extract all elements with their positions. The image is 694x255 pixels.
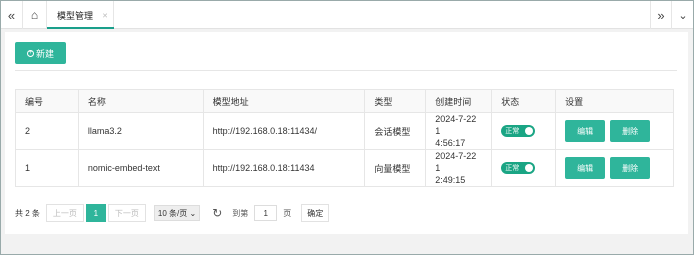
close-icon[interactable]: ✕: [102, 12, 108, 20]
cell-name: nomic-embed-text: [77, 149, 204, 187]
edit-button[interactable]: 编辑: [565, 120, 606, 142]
goto-label: 到第: [232, 208, 249, 218]
header-url: 模型地址: [202, 89, 366, 113]
cell-type: 会话模型: [364, 112, 427, 150]
cell-url: http://192.168.0.18:11434: [202, 149, 366, 187]
status-label: 正常: [505, 165, 520, 172]
toggle-knob: [525, 127, 534, 135]
refresh-icon[interactable]: ↻: [212, 206, 222, 220]
table-row: 1 nomic-embed-text http://192.168.0.18:1…: [15, 149, 674, 187]
cell-id: 1: [15, 149, 79, 187]
page-size-select[interactable]: 10 条/页 ⌄: [153, 205, 201, 221]
tab-label: 模型管理: [57, 10, 94, 21]
next-page-button[interactable]: 下一页: [107, 204, 146, 222]
cell-created: 2024-7-22 1 2:49:15: [425, 149, 493, 187]
table-row: 2 llama3.2 http://192.168.0.18:11434/ 会话…: [15, 112, 674, 150]
table-header-row: 编号 名称 模型地址 类型 创建时间 状态 设置: [15, 89, 674, 113]
cell-id: 2: [15, 112, 79, 150]
cell-status: 正常: [491, 112, 557, 150]
delete-button[interactable]: 删除: [610, 157, 651, 179]
confirm-button[interactable]: 确定: [301, 204, 330, 222]
cell-name: llama3.2: [77, 112, 204, 150]
cell-actions: 编辑 删除: [555, 149, 674, 187]
header-created: 创建时间: [425, 89, 493, 113]
pagination: 共 2 条 上一页 1 下一页 10 条/页 ⌄ ↻ 到第 1 页 确定: [15, 203, 330, 223]
created-line1: 2024-7-22 1: [435, 114, 477, 136]
status-toggle[interactable]: 正常: [501, 162, 536, 174]
page-unit-label: 页: [283, 208, 292, 218]
content-card: + 新建 编号 名称 模型地址 类型 创建时间 状态 设置 2 llama3.2…: [5, 32, 688, 234]
new-button[interactable]: + 新建: [15, 42, 66, 64]
status-label: 正常: [505, 128, 520, 135]
delete-button[interactable]: 删除: [610, 120, 651, 142]
header-type: 类型: [364, 89, 427, 113]
header-name: 名称: [77, 89, 204, 113]
created-line2: 4:56:17: [435, 138, 466, 148]
status-toggle[interactable]: 正常: [501, 125, 536, 137]
page-size-value: 10 条/页: [157, 208, 188, 218]
scroll-right-icon[interactable]: »: [650, 1, 672, 29]
cell-status: 正常: [491, 149, 557, 187]
cell-url: http://192.168.0.18:11434/: [202, 112, 366, 150]
chevron-down-icon[interactable]: ⌄: [672, 1, 694, 29]
divider: [15, 70, 677, 71]
model-table: 编号 名称 模型地址 类型 创建时间 状态 设置 2 llama3.2 http…: [15, 89, 674, 187]
header-id: 编号: [15, 89, 79, 113]
cell-type: 向量模型: [364, 149, 427, 187]
header-status: 状态: [491, 89, 557, 113]
toggle-knob: [525, 164, 534, 172]
tab-bar: « ⌂ 模型管理 ✕ » ⌄: [1, 1, 693, 29]
new-button-label: 新建: [35, 48, 54, 59]
cell-actions: 编辑 删除: [555, 112, 674, 150]
header-settings: 设置: [555, 89, 674, 113]
home-icon[interactable]: ⌂: [23, 1, 47, 29]
tab-model-management[interactable]: 模型管理 ✕: [47, 1, 114, 29]
total-count: 共 2 条: [15, 208, 40, 218]
created-line1: 2024-7-22 1: [435, 151, 477, 173]
prev-page-button[interactable]: 上一页: [45, 204, 84, 222]
active-tab-indicator: [47, 27, 114, 29]
edit-button[interactable]: 编辑: [565, 157, 606, 179]
goto-page-input[interactable]: 1: [254, 205, 278, 221]
cell-created: 2024-7-22 1 4:56:17: [425, 112, 493, 150]
plus-icon: +: [26, 49, 34, 57]
scroll-left-icon[interactable]: «: [1, 1, 23, 29]
current-page-button[interactable]: 1: [85, 204, 106, 222]
chevron-down-icon: ⌄: [187, 208, 197, 218]
created-line2: 2:49:15: [435, 175, 466, 185]
